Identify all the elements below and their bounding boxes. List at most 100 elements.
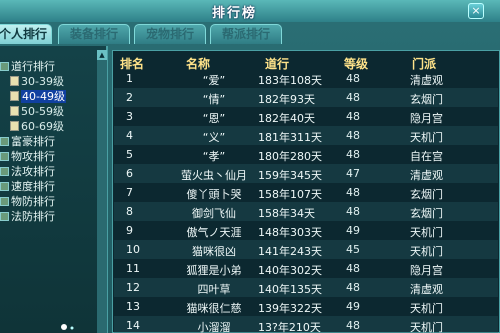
faction-cell: 天机门 (410, 245, 443, 258)
folder-icon (0, 62, 9, 71)
rank-cell: 14 (126, 319, 140, 332)
sidebar-item-label: 富豪排行 (11, 135, 55, 148)
tab-guild[interactable]: 帮派排行 (210, 24, 282, 44)
tab-bar: 个人排行 装备排行 宠物排行 帮派排行 (0, 24, 500, 46)
folder-icon (0, 152, 9, 161)
column-header[interactable]: 名称 (186, 55, 210, 71)
level-cell: 48 (346, 205, 360, 218)
table-row[interactable]: 10 猫咪很凶 141年243天 45 天机门 (114, 240, 498, 259)
sidebar-item-6[interactable]: 物攻排行 (0, 150, 55, 164)
sidebar-item-label: 40-49级 (21, 90, 66, 103)
faction-cell: 清虚观 (410, 74, 443, 87)
name-cell: “孝” (202, 150, 226, 163)
folder-icon (0, 197, 9, 206)
sidebar-scrollbar[interactable] (97, 50, 107, 333)
table-row[interactable]: 13 猫咪很仁慈 139年322天 49 天机门 (114, 297, 498, 316)
level-cell: 49 (346, 300, 360, 313)
rank-cell: 7 (126, 186, 133, 199)
faction-cell: 天机门 (410, 226, 443, 239)
name-cell: 四叶草 (197, 283, 231, 296)
document-icon (10, 121, 19, 131)
column-header[interactable]: 等级 (344, 55, 368, 71)
rank-cell: 2 (126, 91, 133, 104)
column-header[interactable]: 门派 (412, 55, 436, 71)
table-row[interactable]: 9 傲气ノ天涯 148年303天 49 天机门 (114, 221, 498, 240)
daoxing-cell: 182年93天 (258, 93, 315, 106)
sidebar-item-label: 30-39级 (21, 75, 64, 88)
level-cell: 47 (346, 167, 360, 180)
sidebar-item-7[interactable]: 法攻排行 (0, 165, 55, 179)
sidebar-item-2[interactable]: 40-49级 (10, 90, 66, 104)
document-icon (10, 106, 19, 116)
sidebar-item-9[interactable]: 物防排行 (0, 195, 55, 209)
name-cell: “义” (202, 131, 226, 144)
rank-cell: 13 (126, 300, 140, 313)
name-cell: 傻丫頭卜哭 (186, 188, 242, 201)
table-row[interactable]: 7 傻丫頭卜哭 158年107天 48 玄烟门 (114, 183, 498, 202)
tab-pet[interactable]: 宠物排行 (134, 24, 206, 44)
name-cell: 猫咪很凶 (192, 245, 236, 258)
daoxing-cell: 158年107天 (258, 188, 322, 201)
level-cell: 48 (346, 148, 360, 161)
faction-cell: 清虚观 (410, 169, 443, 182)
scroll-up-icon[interactable]: ▲ (97, 50, 107, 60)
level-cell: 49 (346, 224, 360, 237)
name-cell: 狐狸是小弟 (186, 264, 242, 277)
table-row[interactable]: 1 “爱” 183年108天 48 清虚观 (114, 69, 498, 88)
table-row[interactable]: 8 御剑飞仙 158年34天 48 玄烟门 (114, 202, 498, 221)
close-button[interactable]: × (468, 3, 484, 19)
level-cell: 45 (346, 243, 360, 256)
daoxing-cell: 13?年210天 (258, 321, 321, 333)
faction-cell: 天机门 (410, 131, 443, 144)
tab-personal[interactable]: 个人排行 (0, 24, 52, 44)
sidebar-item-8[interactable]: 速度排行 (0, 180, 55, 194)
level-cell: 48 (346, 72, 360, 85)
name-cell: 御剑飞仙 (192, 207, 236, 220)
column-header[interactable]: 排名 (120, 55, 144, 71)
faction-cell: 隐月宫 (410, 112, 443, 125)
sidebar-item-label: 道行排行 (11, 60, 55, 73)
faction-cell: 天机门 (410, 302, 443, 315)
sidebar-item-5[interactable]: 富豪排行 (0, 135, 55, 149)
level-cell: 48 (346, 110, 360, 123)
name-cell: “恩” (202, 112, 226, 125)
rank-cell: 4 (126, 129, 133, 142)
daoxing-cell: 181年311天 (258, 131, 322, 144)
rank-cell: 10 (126, 243, 140, 256)
table-row[interactable]: 12 四叶草 140年135天 48 清虚观 (114, 278, 498, 297)
daoxing-cell: 159年345天 (258, 169, 322, 182)
tab-equipment[interactable]: 装备排行 (58, 24, 130, 44)
faction-cell: 玄烟门 (410, 207, 443, 220)
rank-cell: 8 (126, 205, 133, 218)
table-row[interactable]: 11 狐狸是小弟 140年302天 48 隐月宫 (114, 259, 498, 278)
daoxing-cell: 158年34天 (258, 207, 315, 220)
name-cell: 猫咪很仁慈 (186, 302, 242, 315)
faction-cell: 天机门 (410, 321, 443, 333)
column-header[interactable]: 道行 (265, 55, 289, 71)
name-cell: “爱” (202, 74, 226, 87)
faction-cell: 隐月宫 (410, 264, 443, 277)
sidebar-item-label: 物攻排行 (11, 150, 55, 163)
folder-icon (0, 137, 9, 146)
rank-cell: 3 (126, 110, 133, 123)
sidebar-item-1[interactable]: 30-39级 (10, 75, 64, 89)
daoxing-cell: 139年322天 (258, 302, 322, 315)
table-row[interactable]: 3 “恩” 182年40天 48 隐月宫 (114, 107, 498, 126)
rank-cell: 9 (126, 224, 133, 237)
level-cell: 48 (346, 319, 360, 332)
table-row[interactable]: 4 “义” 181年311天 48 天机门 (114, 126, 498, 145)
sidebar-item-4[interactable]: 60-69级 (10, 120, 64, 134)
table-row[interactable]: 14 小溜溜 13?年210天 48 天机门 (114, 316, 498, 333)
daoxing-cell: 141年243天 (258, 245, 322, 258)
table-row[interactable]: 5 “孝” 180年280天 48 自在宫 (114, 145, 498, 164)
sidebar-item-10[interactable]: 法防排行 (0, 210, 55, 224)
folder-icon (0, 212, 9, 221)
table-row[interactable]: 6 萤火虫丶仙月 159年345天 47 清虚观 (114, 164, 498, 183)
level-cell: 48 (346, 281, 360, 294)
faction-cell: 玄烟门 (410, 188, 443, 201)
rank-cell: 6 (126, 167, 133, 180)
sidebar-item-3[interactable]: 50-59级 (10, 105, 64, 119)
sidebar-item-0[interactable]: 道行排行 (0, 60, 55, 74)
level-cell: 48 (346, 91, 360, 104)
table-row[interactable]: 2 “情” 182年93天 48 玄烟门 (114, 88, 498, 107)
